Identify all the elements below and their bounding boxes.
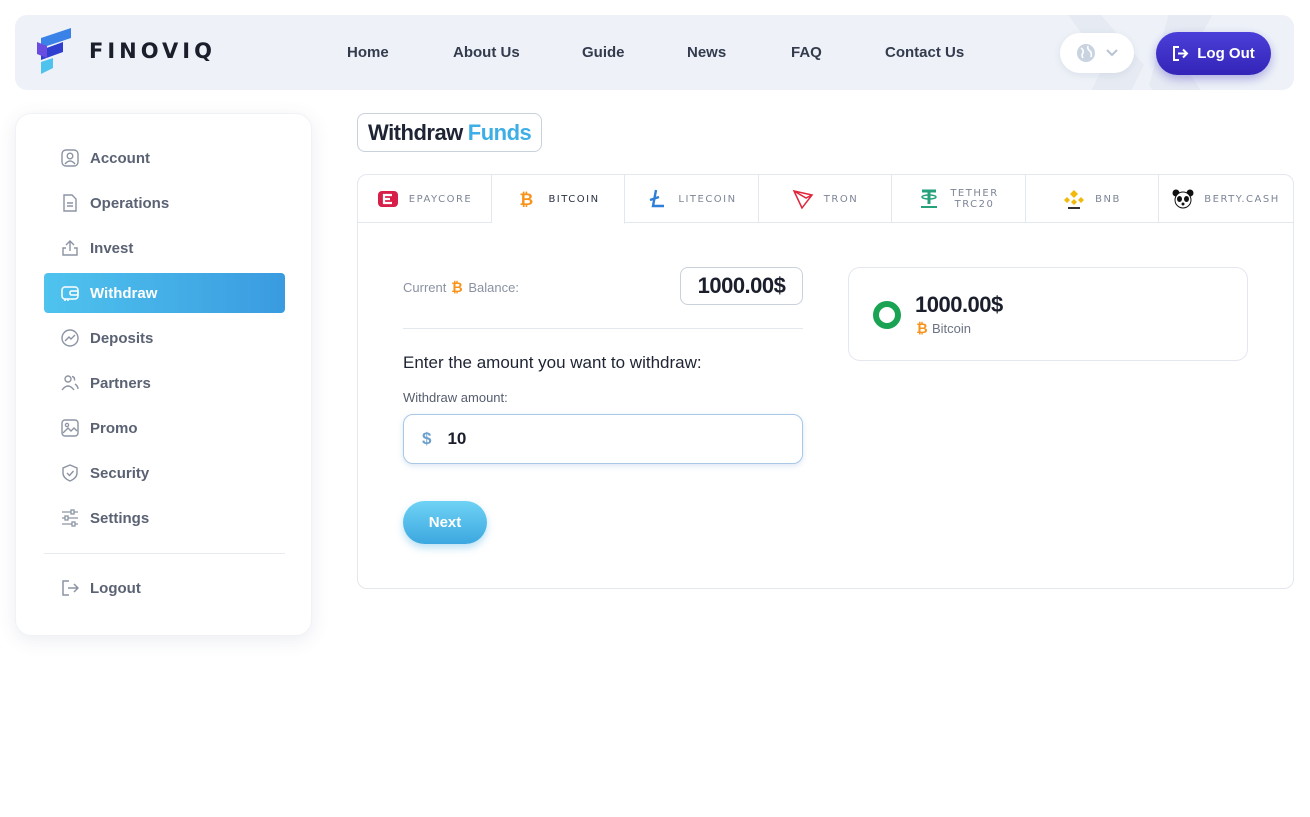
sidebar-item-label: Invest — [90, 239, 134, 257]
tab-tron[interactable]: TRON — [759, 175, 892, 223]
wallet-currency: ₿ Bitcoin — [915, 320, 972, 337]
nav-guide[interactable]: Guide — [582, 44, 625, 61]
bitcoin-icon: ₿ — [452, 280, 463, 295]
payment-method-tabs: EPAYCORE ₿ BITCOIN LITECOIN TRON TETHER … — [358, 175, 1293, 224]
litecoin-icon — [649, 189, 665, 208]
bitcoin-icon: ₿ — [916, 321, 927, 336]
balance-divider — [403, 328, 803, 329]
tab-tether-trc20[interactable]: TETHER TRC20 — [892, 175, 1026, 223]
bnb-icon — [1064, 190, 1085, 209]
sidebar-item-label: Account — [90, 149, 150, 167]
sidebar-item-deposits[interactable]: Deposits — [44, 318, 285, 358]
language-selector[interactable] — [1060, 33, 1134, 73]
logout-icon — [62, 580, 79, 596]
tab-label: TRON — [823, 193, 859, 205]
sidebar-item-operations[interactable]: Operations — [44, 183, 285, 223]
epaycore-icon — [377, 191, 398, 207]
upload-icon — [62, 240, 78, 256]
finoviq-logo-icon — [37, 28, 71, 74]
sidebar-item-withdraw[interactable]: Withdraw — [44, 273, 285, 313]
page-title-part-1: Withdraw — [368, 119, 463, 145]
svg-text:₿: ₿ — [916, 321, 927, 336]
tab-epaycore[interactable]: EPAYCORE — [358, 175, 492, 223]
nav-faq[interactable]: FAQ — [791, 44, 822, 61]
sidebar-item-partners[interactable]: Partners — [44, 363, 285, 403]
withdraw-amount-input[interactable] — [447, 429, 748, 449]
sidebar-item-label: Operations — [90, 194, 170, 212]
sidebar-item-label: Promo — [90, 419, 138, 437]
tab-litecoin[interactable]: LITECOIN — [625, 175, 759, 223]
sidebar-item-label: Partners — [90, 374, 151, 392]
wallet-icon — [61, 286, 79, 301]
withdraw-prompt: Enter the amount you want to withdraw: — [403, 353, 702, 372]
wallet-currency-label: Bitcoin — [932, 320, 972, 336]
chevron-down-icon — [1106, 49, 1118, 57]
withdraw-amount-field[interactable]: $ — [403, 414, 803, 464]
balance-label-text: Current — [403, 279, 447, 295]
current-balance-label: Current ₿ Balance: — [403, 279, 519, 296]
sidebar-item-label: Withdraw — [90, 284, 158, 302]
tab-label: BNB — [1095, 193, 1121, 205]
users-icon — [61, 375, 79, 391]
next-button[interactable]: Next — [403, 501, 487, 544]
shield-icon — [62, 464, 78, 482]
tab-label: BITCOIN — [548, 193, 600, 205]
dollar-icon: $ — [422, 429, 432, 448]
sidebar-item-settings[interactable]: Settings — [44, 498, 285, 538]
sidebar-divider — [44, 553, 285, 554]
tab-label: EPAYCORE — [408, 193, 473, 205]
sidebar-item-invest[interactable]: Invest — [44, 228, 285, 268]
brand-logo[interactable]: FINOVIQ — [37, 28, 216, 74]
page-title: Withdraw Funds — [357, 113, 543, 152]
bitcoin-icon: ₿ — [520, 190, 535, 210]
chart-icon — [61, 329, 79, 347]
wallet-summary: 1000.00$ ₿ Bitcoin — [848, 267, 1248, 361]
nav-contact-us[interactable]: Contact Us — [885, 44, 964, 61]
tab-bnb[interactable]: BNB — [1026, 175, 1159, 223]
withdraw-card: EPAYCORE ₿ BITCOIN LITECOIN TRON TETHER … — [357, 174, 1294, 589]
globe-icon — [1077, 44, 1095, 62]
tab-bitcoin[interactable]: ₿ BITCOIN — [492, 175, 625, 224]
balance-label-text: Balance: — [468, 279, 519, 295]
status-ring-icon — [873, 301, 901, 329]
sidebar-item-security[interactable]: Security — [44, 453, 285, 493]
page-title-part-2: Funds — [467, 119, 532, 145]
wallet-amount: 1000.00$ — [915, 292, 1003, 317]
logout-button[interactable]: Log Out — [1156, 32, 1271, 75]
sliders-icon — [62, 509, 78, 527]
tab-label: LITECOIN — [678, 193, 737, 205]
sidebar-item-label: Deposits — [90, 329, 154, 347]
sidebar-item-label: Logout — [90, 579, 141, 597]
top-header: FINOVIQ Home About Us Guide News FAQ Con… — [15, 15, 1294, 90]
sidebar-item-promo[interactable]: Promo — [44, 408, 285, 448]
sidebar-item-label: Security — [90, 464, 150, 482]
image-icon — [61, 419, 79, 437]
user-icon — [61, 149, 79, 167]
logout-label: Log Out — [1197, 45, 1255, 62]
sidebar-item-account[interactable]: Account — [44, 138, 285, 178]
sidebar: Account Operations Invest Withdraw Depos… — [15, 113, 312, 636]
nav-news[interactable]: News — [687, 44, 726, 61]
logout-icon — [1173, 46, 1189, 61]
svg-text:₿: ₿ — [520, 190, 535, 210]
nav-home[interactable]: Home — [347, 44, 389, 61]
panda-icon — [1172, 189, 1194, 209]
tron-icon — [792, 189, 814, 210]
tether-icon — [920, 189, 937, 208]
brand-name: FINOVIQ — [89, 39, 216, 63]
svg-text:₿: ₿ — [452, 280, 463, 295]
document-icon — [63, 194, 77, 212]
sidebar-item-logout[interactable]: Logout — [44, 568, 285, 608]
tab-berty-cash[interactable]: BERTY.CASH — [1159, 175, 1293, 223]
tab-label: BERTY.CASH — [1204, 193, 1280, 205]
tab-label: TETHER TRC20 — [950, 188, 999, 210]
nav-about-us[interactable]: About Us — [453, 44, 520, 61]
sidebar-item-label: Settings — [90, 509, 150, 527]
current-balance-value: 1000.00$ — [680, 267, 803, 305]
withdraw-amount-label: Withdraw amount: — [403, 390, 508, 405]
